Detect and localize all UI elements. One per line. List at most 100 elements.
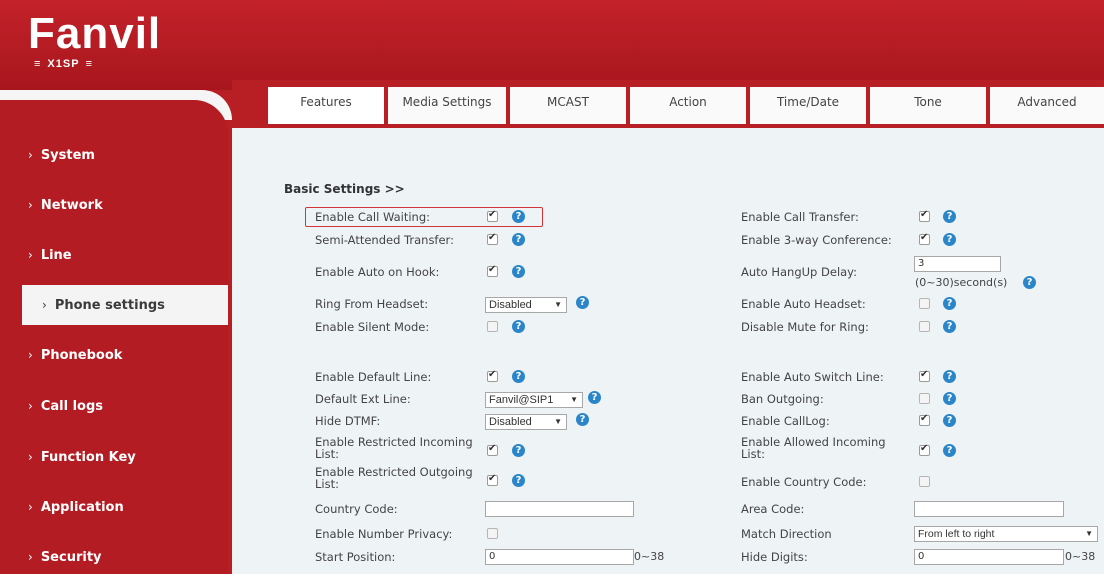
tab-action[interactable]: Action	[630, 84, 746, 124]
tab-label: Tone	[914, 95, 942, 109]
label-enable-country-code: Enable Country Code:	[741, 475, 867, 489]
label-enable-calllog: Enable CallLog:	[741, 414, 830, 428]
help-icon[interactable]: ?	[512, 474, 525, 487]
header-bar: Fanvil X1SP	[0, 0, 1104, 90]
help-icon[interactable]: ?	[943, 392, 956, 405]
auto-hangup-delay-input[interactable]: 3	[914, 256, 1001, 272]
label-enable-silent-mode: Enable Silent Mode:	[315, 320, 430, 334]
dropdown-arrow-icon: ▼	[570, 395, 578, 404]
enable-silent-mode-checkbox[interactable]	[487, 321, 498, 332]
label-enable-auto-on-hook: Enable Auto on Hook:	[315, 265, 440, 279]
tab-features[interactable]: Features	[268, 84, 384, 124]
select-value: Disabled	[489, 299, 532, 311]
model-name: X1SP	[28, 58, 161, 70]
help-icon[interactable]: ?	[1023, 276, 1036, 289]
help-icon[interactable]: ?	[943, 444, 956, 457]
tab-label: MCAST	[547, 95, 589, 109]
start-position-input[interactable]: 0	[485, 549, 634, 565]
sidebar-item-label: Network	[40, 198, 103, 213]
sidebar-item-label: Function Key	[40, 450, 136, 465]
sidebar: › System › Network › Line › Phone settings ›…	[0, 100, 228, 574]
tab-label: Action	[669, 95, 707, 109]
ban-outgoing-checkbox[interactable]	[919, 393, 930, 404]
select-value: Fanvil@SIP1	[489, 394, 554, 406]
help-icon[interactable]: ?	[512, 210, 525, 223]
sidebar-item-function-key[interactable]: › Function Key	[0, 437, 228, 477]
chevron-right-icon: ›	[28, 198, 33, 212]
help-icon[interactable]: ?	[512, 370, 525, 383]
chevron-right-icon: ›	[28, 248, 33, 262]
help-icon[interactable]: ?	[512, 320, 525, 333]
help-icon[interactable]: ?	[512, 233, 525, 246]
sidebar-item-label: Phonebook	[40, 348, 123, 363]
select-value: From left to right	[918, 528, 995, 540]
sidebar-item-phonebook[interactable]: › Phonebook	[0, 335, 228, 375]
label-default-ext-line: Default Ext Line:	[315, 392, 411, 406]
enable-3way-conference-checkbox[interactable]	[919, 232, 930, 245]
fanvil-logo: Fanvil X1SP	[28, 9, 162, 71]
tab-mcast[interactable]: MCAST	[510, 84, 626, 124]
enable-auto-switch-line-checkbox[interactable]	[919, 369, 930, 382]
label-enable-restricted-incoming-list: Enable Restricted Incoming List:	[315, 435, 473, 461]
help-icon[interactable]: ?	[943, 233, 956, 246]
chevron-right-icon: ›	[28, 148, 33, 162]
label-disable-mute-for-ring: Disable Mute for Ring:	[741, 320, 869, 334]
tab-label: Features	[300, 95, 352, 109]
enable-call-transfer-checkbox[interactable]	[919, 209, 930, 222]
enable-auto-headset-checkbox[interactable]	[919, 298, 930, 309]
enable-default-line-checkbox[interactable]	[487, 369, 498, 382]
hide-digits-input[interactable]: 0	[914, 549, 1064, 565]
enable-calllog-checkbox[interactable]	[919, 413, 930, 426]
tab-time-date[interactable]: Time/Date	[750, 84, 866, 124]
match-direction-select[interactable]: From left to right ▼	[914, 526, 1098, 542]
enable-restricted-outgoing-checkbox[interactable]	[487, 473, 498, 486]
enable-call-waiting-checkbox[interactable]	[487, 209, 498, 222]
enable-allowed-incoming-checkbox[interactable]	[919, 443, 930, 456]
tab-label: Media Settings	[402, 95, 492, 109]
tab-media-settings[interactable]: Media Settings	[388, 84, 506, 124]
help-icon[interactable]: ?	[943, 414, 956, 427]
section-title-basic-settings[interactable]: Basic Settings >>	[284, 182, 405, 196]
default-ext-line-select[interactable]: Fanvil@SIP1 ▼	[485, 392, 583, 408]
sidebar-item-call-logs[interactable]: › Call logs	[0, 386, 228, 426]
sidebar-item-system[interactable]: › System	[0, 135, 228, 175]
help-icon[interactable]: ?	[512, 444, 525, 457]
sidebar-item-network[interactable]: › Network	[0, 185, 228, 225]
enable-number-privacy-checkbox[interactable]	[487, 528, 498, 539]
tab-advanced[interactable]: Advanced	[990, 84, 1104, 124]
start-position-range: 0~38	[634, 550, 665, 563]
label-ban-outgoing: Ban Outgoing:	[741, 392, 824, 406]
enable-restricted-incoming-checkbox[interactable]	[487, 443, 498, 456]
semi-attended-transfer-checkbox[interactable]	[487, 232, 498, 245]
label-area-code: Area Code:	[741, 502, 805, 516]
help-icon[interactable]: ?	[943, 370, 956, 383]
chevron-right-icon: ›	[28, 399, 33, 413]
sidebar-item-label: Call logs	[40, 399, 103, 414]
help-icon[interactable]: ?	[576, 296, 589, 309]
enable-auto-on-hook-checkbox[interactable]	[487, 264, 498, 277]
tab-label: Advanced	[1017, 95, 1077, 109]
chevron-right-icon: ›	[28, 348, 33, 362]
ring-from-headset-select[interactable]: Disabled ▼	[485, 297, 567, 313]
help-icon[interactable]: ?	[943, 297, 956, 310]
dropdown-arrow-icon: ▼	[1085, 529, 1093, 538]
help-icon[interactable]: ?	[588, 391, 601, 404]
label-enable-default-line: Enable Default Line:	[315, 370, 432, 384]
help-icon[interactable]: ?	[943, 320, 956, 333]
help-icon[interactable]: ?	[512, 265, 525, 278]
brand-name: Fanvil	[28, 9, 162, 58]
sidebar-item-security[interactable]: › Security	[0, 537, 228, 577]
country-code-input[interactable]	[485, 501, 634, 517]
hide-dtmf-select[interactable]: Disabled ▼	[485, 414, 567, 430]
tab-tone[interactable]: Tone	[870, 84, 986, 124]
sidebar-item-line[interactable]: › Line	[0, 235, 228, 275]
disable-mute-for-ring-checkbox[interactable]	[919, 321, 930, 332]
sidebar-item-application[interactable]: › Application	[0, 487, 228, 527]
sidebar-item-phone-settings[interactable]: › Phone settings	[22, 285, 228, 325]
label-start-position: Start Position:	[315, 550, 396, 564]
label-country-code: Country Code:	[315, 502, 398, 516]
help-icon[interactable]: ?	[576, 413, 589, 426]
enable-country-code-checkbox[interactable]	[919, 476, 930, 487]
help-icon[interactable]: ?	[943, 210, 956, 223]
area-code-input[interactable]	[914, 501, 1064, 517]
